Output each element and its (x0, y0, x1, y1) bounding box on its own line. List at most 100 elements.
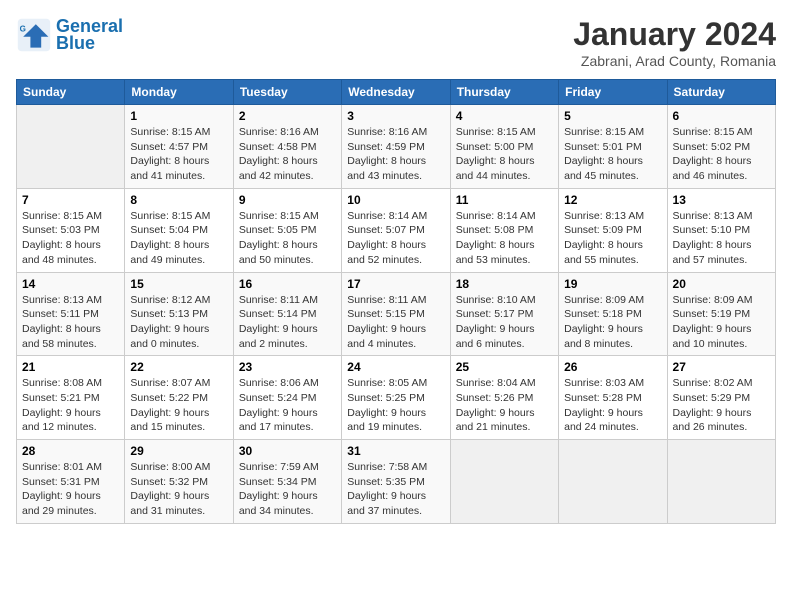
sunrise-label: Sunrise: 8:15 AM (130, 210, 210, 222)
sunrise-label: Sunrise: 8:15 AM (673, 126, 753, 138)
day-number: 11 (456, 193, 553, 207)
day-number: 18 (456, 277, 553, 291)
sunrise-label: Sunrise: 8:12 AM (130, 294, 210, 306)
day-number: 8 (130, 193, 227, 207)
day-detail: Sunrise: 8:13 AM Sunset: 5:09 PM Dayligh… (564, 209, 661, 268)
day-detail: Sunrise: 8:14 AM Sunset: 5:07 PM Dayligh… (347, 209, 444, 268)
daylight-label: Daylight: 8 hours and 53 minutes. (456, 239, 535, 266)
daylight-label: Daylight: 9 hours and 10 minutes. (673, 323, 752, 350)
sunset-label: Sunset: 5:34 PM (239, 476, 317, 488)
calendar-cell: 25 Sunrise: 8:04 AM Sunset: 5:26 PM Dayl… (450, 356, 558, 440)
sunrise-label: Sunrise: 8:08 AM (22, 377, 102, 389)
day-number: 12 (564, 193, 661, 207)
calendar-cell: 30 Sunrise: 7:59 AM Sunset: 5:34 PM Dayl… (233, 440, 341, 524)
col-wednesday: Wednesday (342, 80, 450, 105)
day-detail: Sunrise: 7:59 AM Sunset: 5:34 PM Dayligh… (239, 460, 336, 519)
sunrise-label: Sunrise: 8:15 AM (130, 126, 210, 138)
sunrise-label: Sunrise: 7:58 AM (347, 461, 427, 473)
sunset-label: Sunset: 5:05 PM (239, 224, 317, 236)
calendar-title: January 2024 (573, 16, 776, 53)
day-number: 10 (347, 193, 444, 207)
calendar-subtitle: Zabrani, Arad County, Romania (573, 53, 776, 69)
day-detail: Sunrise: 8:10 AM Sunset: 5:17 PM Dayligh… (456, 293, 553, 352)
day-detail: Sunrise: 8:13 AM Sunset: 5:11 PM Dayligh… (22, 293, 119, 352)
calendar-cell: 26 Sunrise: 8:03 AM Sunset: 5:28 PM Dayl… (559, 356, 667, 440)
day-detail: Sunrise: 8:15 AM Sunset: 5:04 PM Dayligh… (130, 209, 227, 268)
sunset-label: Sunset: 5:31 PM (22, 476, 100, 488)
col-monday: Monday (125, 80, 233, 105)
calendar-cell: 7 Sunrise: 8:15 AM Sunset: 5:03 PM Dayli… (17, 188, 125, 272)
day-number: 19 (564, 277, 661, 291)
logo-text: General Blue (56, 16, 123, 54)
svg-text:G: G (20, 24, 26, 33)
sunset-label: Sunset: 5:35 PM (347, 476, 425, 488)
day-number: 4 (456, 109, 553, 123)
calendar-cell: 24 Sunrise: 8:05 AM Sunset: 5:25 PM Dayl… (342, 356, 450, 440)
calendar-cell: 10 Sunrise: 8:14 AM Sunset: 5:07 PM Dayl… (342, 188, 450, 272)
daylight-label: Daylight: 9 hours and 2 minutes. (239, 323, 318, 350)
logo: G General Blue (16, 16, 123, 54)
day-number: 26 (564, 360, 661, 374)
day-number: 3 (347, 109, 444, 123)
sunrise-label: Sunrise: 7:59 AM (239, 461, 319, 473)
sunset-label: Sunset: 5:14 PM (239, 308, 317, 320)
daylight-label: Daylight: 8 hours and 52 minutes. (347, 239, 426, 266)
sunset-label: Sunset: 5:29 PM (673, 392, 751, 404)
sunrise-label: Sunrise: 8:09 AM (673, 294, 753, 306)
day-detail: Sunrise: 8:16 AM Sunset: 4:58 PM Dayligh… (239, 125, 336, 184)
sunset-label: Sunset: 5:24 PM (239, 392, 317, 404)
day-detail: Sunrise: 8:05 AM Sunset: 5:25 PM Dayligh… (347, 376, 444, 435)
sunset-label: Sunset: 5:07 PM (347, 224, 425, 236)
day-number: 15 (130, 277, 227, 291)
sunrise-label: Sunrise: 8:16 AM (347, 126, 427, 138)
sunrise-label: Sunrise: 8:05 AM (347, 377, 427, 389)
sunset-label: Sunset: 5:00 PM (456, 141, 534, 153)
daylight-label: Daylight: 8 hours and 49 minutes. (130, 239, 209, 266)
sunset-label: Sunset: 5:09 PM (564, 224, 642, 236)
sunset-label: Sunset: 5:26 PM (456, 392, 534, 404)
day-detail: Sunrise: 8:06 AM Sunset: 5:24 PM Dayligh… (239, 376, 336, 435)
calendar-cell: 17 Sunrise: 8:11 AM Sunset: 5:15 PM Dayl… (342, 272, 450, 356)
daylight-label: Daylight: 8 hours and 41 minutes. (130, 155, 209, 182)
calendar-cell: 15 Sunrise: 8:12 AM Sunset: 5:13 PM Dayl… (125, 272, 233, 356)
calendar-cell (667, 440, 775, 524)
daylight-label: Daylight: 8 hours and 55 minutes. (564, 239, 643, 266)
daylight-label: Daylight: 8 hours and 42 minutes. (239, 155, 318, 182)
col-friday: Friday (559, 80, 667, 105)
calendar-cell (450, 440, 558, 524)
day-number: 13 (673, 193, 770, 207)
daylight-label: Daylight: 8 hours and 48 minutes. (22, 239, 101, 266)
sunset-label: Sunset: 5:18 PM (564, 308, 642, 320)
sunset-label: Sunset: 4:59 PM (347, 141, 425, 153)
sunrise-label: Sunrise: 8:15 AM (22, 210, 102, 222)
day-detail: Sunrise: 8:11 AM Sunset: 5:15 PM Dayligh… (347, 293, 444, 352)
day-detail: Sunrise: 8:07 AM Sunset: 5:22 PM Dayligh… (130, 376, 227, 435)
daylight-label: Daylight: 9 hours and 17 minutes. (239, 407, 318, 434)
day-detail: Sunrise: 8:02 AM Sunset: 5:29 PM Dayligh… (673, 376, 770, 435)
calendar-cell: 31 Sunrise: 7:58 AM Sunset: 5:35 PM Dayl… (342, 440, 450, 524)
sunrise-label: Sunrise: 8:15 AM (456, 126, 536, 138)
day-number: 30 (239, 444, 336, 458)
sunset-label: Sunset: 5:02 PM (673, 141, 751, 153)
day-number: 14 (22, 277, 119, 291)
sunset-label: Sunset: 5:04 PM (130, 224, 208, 236)
calendar-week-row: 1 Sunrise: 8:15 AM Sunset: 4:57 PM Dayli… (17, 105, 776, 189)
sunrise-label: Sunrise: 8:00 AM (130, 461, 210, 473)
calendar-cell: 13 Sunrise: 8:13 AM Sunset: 5:10 PM Dayl… (667, 188, 775, 272)
sunrise-label: Sunrise: 8:10 AM (456, 294, 536, 306)
page-header: G General Blue January 2024 Zabrani, Ara… (16, 16, 776, 69)
calendar-week-row: 21 Sunrise: 8:08 AM Sunset: 5:21 PM Dayl… (17, 356, 776, 440)
daylight-label: Daylight: 9 hours and 8 minutes. (564, 323, 643, 350)
day-number: 28 (22, 444, 119, 458)
day-detail: Sunrise: 8:12 AM Sunset: 5:13 PM Dayligh… (130, 293, 227, 352)
calendar-week-row: 7 Sunrise: 8:15 AM Sunset: 5:03 PM Dayli… (17, 188, 776, 272)
daylight-label: Daylight: 9 hours and 4 minutes. (347, 323, 426, 350)
sunrise-label: Sunrise: 8:13 AM (22, 294, 102, 306)
calendar-cell: 22 Sunrise: 8:07 AM Sunset: 5:22 PM Dayl… (125, 356, 233, 440)
day-detail: Sunrise: 8:03 AM Sunset: 5:28 PM Dayligh… (564, 376, 661, 435)
col-tuesday: Tuesday (233, 80, 341, 105)
sunset-label: Sunset: 5:19 PM (673, 308, 751, 320)
calendar-header-row: Sunday Monday Tuesday Wednesday Thursday… (17, 80, 776, 105)
sunrise-label: Sunrise: 8:15 AM (564, 126, 644, 138)
calendar-table: Sunday Monday Tuesday Wednesday Thursday… (16, 79, 776, 524)
